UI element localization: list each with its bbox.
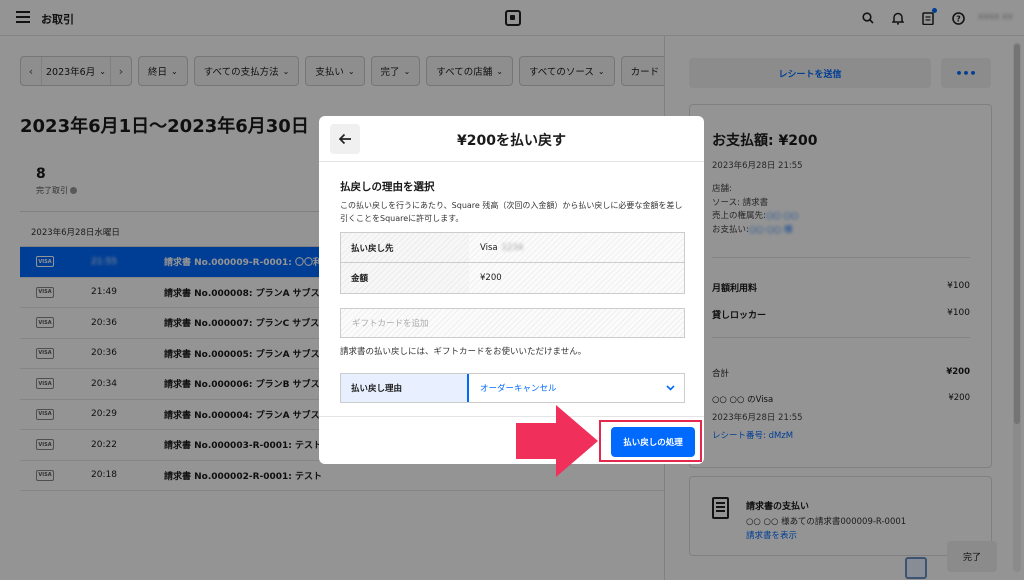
annotation-arrow-icon <box>516 405 598 477</box>
row-label: 金額 <box>341 263 469 293</box>
reason-dropdown[interactable]: オーダーキャンセル <box>469 374 684 402</box>
refund-destination-row: 払い戻し先 Visa 1234 <box>341 233 684 263</box>
row-value: Visa 1234 <box>469 233 684 262</box>
section-title: 払戻しの理由を選択 <box>340 181 435 193</box>
refund-amount: ¥200 <box>480 273 502 283</box>
reason-value: オーダーキャンセル <box>480 384 557 394</box>
divider <box>319 416 704 417</box>
refund-amount-row: 金額 ¥200 <box>341 263 684 293</box>
card-brand: Visa <box>480 242 498 253</box>
refund-reason-select[interactable]: 払い戻し理由 オーダーキャンセル <box>340 373 685 403</box>
modal-title: ¥200を払い戻す <box>457 133 566 149</box>
chevron-down-icon <box>666 385 675 391</box>
refund-dialog: ¥200を払い戻す 払戻しの理由を選択 この払い戻しを行うにあたり、Square… <box>319 116 704 464</box>
gift-card-field[interactable]: ギフトカードを追加 <box>340 308 685 338</box>
refund-details-table: 払い戻し先 Visa 1234 金額 ¥200 <box>340 232 685 294</box>
card-last4: 1234 <box>501 242 524 253</box>
divider <box>319 161 704 162</box>
process-refund-button[interactable]: 払い戻しの処理 <box>611 427 695 457</box>
row-label: 払い戻し先 <box>341 233 469 262</box>
gift-card-note: 請求書の払い戻しには、ギフトカードをお使いいただけません。 <box>340 347 587 357</box>
refund-description: この払い戻しを行うにあたり、Square 残高（次回の入金額）から払い戻しに必要… <box>340 201 683 223</box>
reason-label: 払い戻し理由 <box>341 374 469 402</box>
row-value: ¥200 <box>469 263 684 293</box>
